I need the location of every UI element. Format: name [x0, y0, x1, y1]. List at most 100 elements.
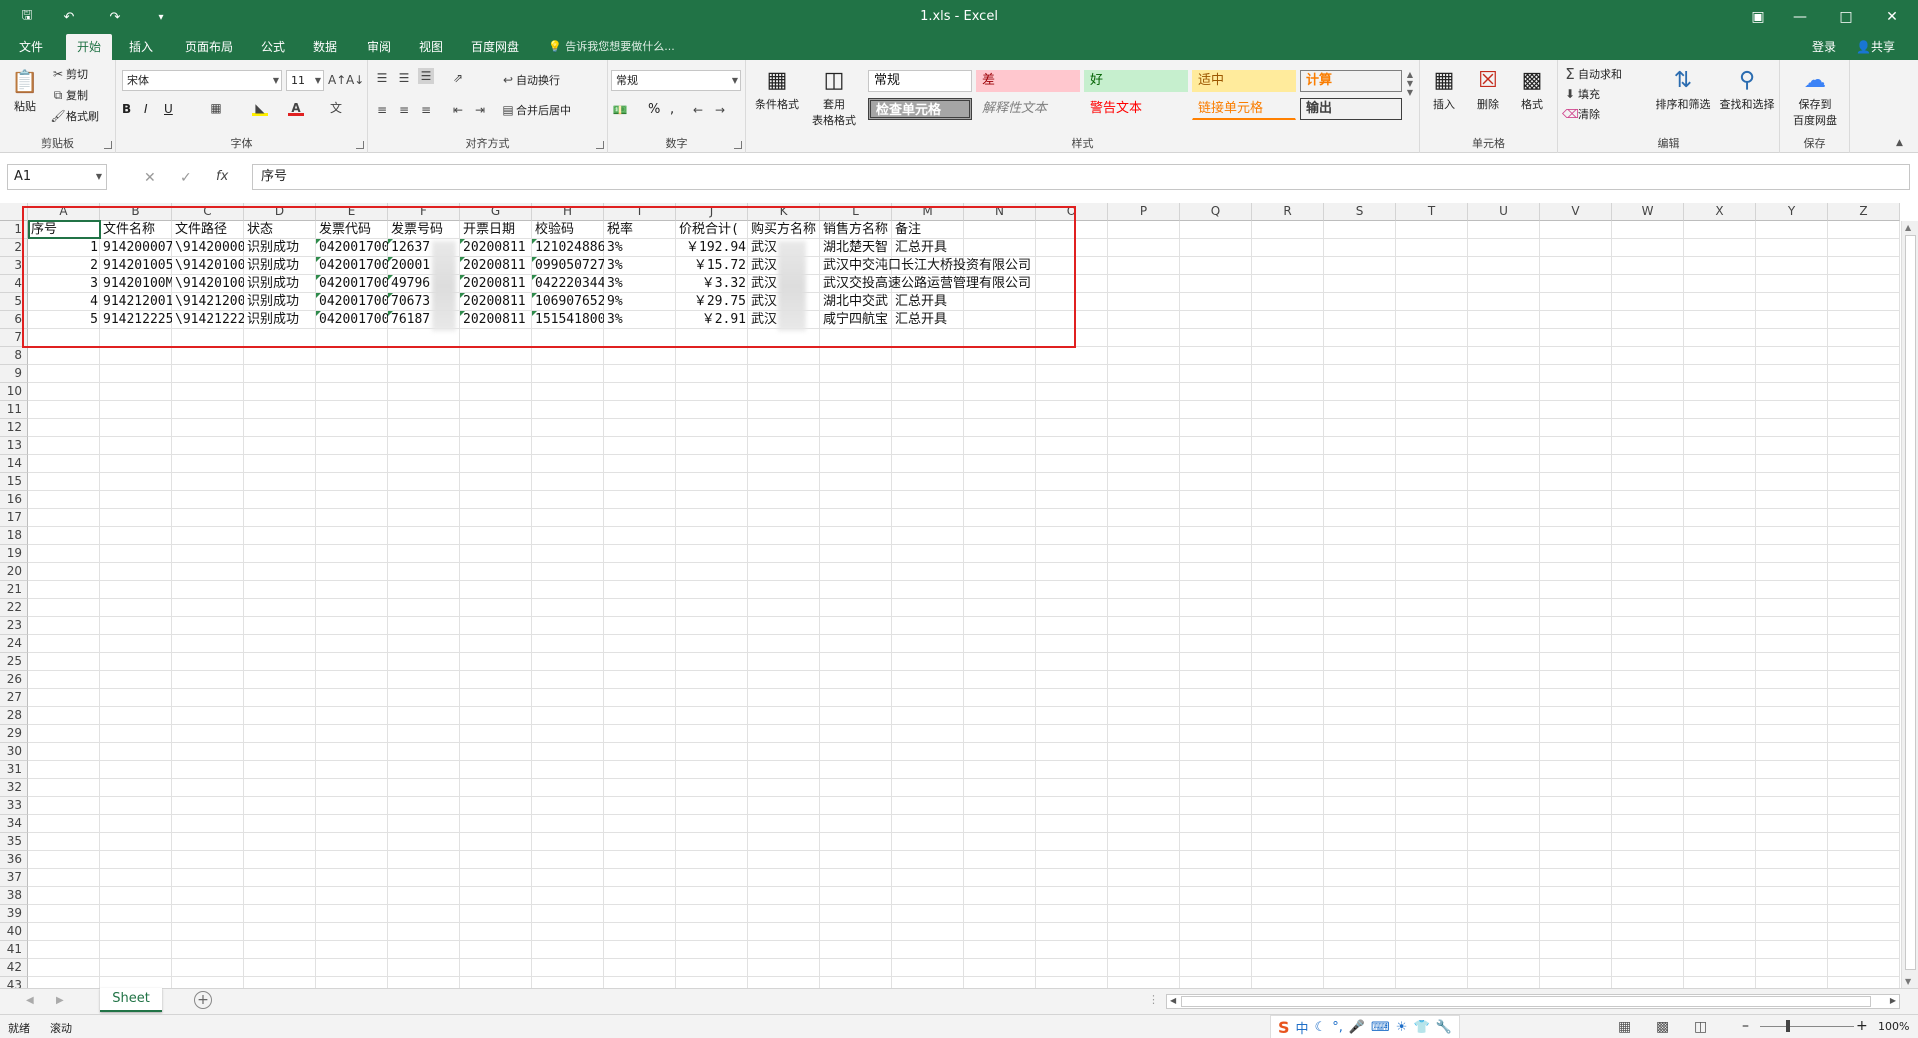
header-cell[interactable]: 状态 [245, 221, 316, 239]
data-cell[interactable]: 3 [29, 275, 100, 293]
normal-view-icon[interactable]: ▦ [1618, 1019, 1631, 1035]
next-sheet-icon[interactable]: ▶ [56, 995, 64, 1006]
row-header[interactable]: 18 [0, 527, 28, 545]
row-header[interactable]: 33 [0, 797, 28, 815]
data-cell[interactable]: 042001700 [317, 239, 388, 257]
data-cell[interactable]: 识别成功 [245, 239, 316, 257]
minimize-icon[interactable]: — [1780, 6, 1820, 28]
data-cell[interactable]: ￥3.32 [677, 275, 748, 293]
page-break-view-icon[interactable]: ◫ [1694, 1019, 1707, 1035]
row-header[interactable]: 11 [0, 401, 28, 419]
font-color-button[interactable]: A [288, 100, 304, 116]
data-cell[interactable]: \914201000 [173, 275, 244, 293]
zoom-slider[interactable] [1760, 1026, 1854, 1027]
data-cell[interactable]: 汇总开具 [893, 311, 964, 329]
header-cell[interactable]: 税率 [605, 221, 676, 239]
row-header[interactable]: 23 [0, 617, 28, 635]
row-header[interactable]: 17 [0, 509, 28, 527]
row-header[interactable]: 35 [0, 833, 28, 851]
dialog-launcher-icon[interactable] [104, 141, 112, 149]
vertical-scrollbar[interactable]: ▲ ▼ [1901, 221, 1918, 988]
zoom-out-icon[interactable]: – [1742, 1018, 1749, 1034]
row-header[interactable]: 36 [0, 851, 28, 869]
header-cell[interactable]: 备注 [893, 221, 964, 239]
tab-baidu[interactable]: 百度网盘 [462, 34, 528, 60]
data-cell[interactable]: 咸宁四航宝 [821, 311, 892, 329]
column-header[interactable]: P [1108, 203, 1180, 221]
increase-decimal-button[interactable]: ← [690, 102, 706, 118]
column-header[interactable]: W [1612, 203, 1684, 221]
row-header[interactable]: 20 [0, 563, 28, 581]
header-cell[interactable]: 发票号码 [389, 221, 460, 239]
prev-sheet-icon[interactable]: ◀ [26, 995, 34, 1006]
row-header[interactable]: 43 [0, 977, 28, 988]
column-header[interactable]: I [604, 203, 676, 221]
add-sheet-icon[interactable]: + [194, 991, 212, 1009]
insert-function-button[interactable]: fx [216, 169, 228, 184]
data-cell[interactable]: 914201005 [101, 257, 172, 275]
row-header[interactable]: 13 [0, 437, 28, 455]
microphone-icon[interactable]: 🎤 [1349, 1020, 1365, 1035]
dialog-launcher-icon[interactable] [356, 141, 364, 149]
tell-me-box[interactable]: 💡 告诉我您想要做什么... [548, 34, 675, 60]
data-cell[interactable]: 099050727 [533, 257, 604, 275]
formula-input[interactable]: 序号 [252, 164, 1910, 190]
row-header[interactable]: 22 [0, 599, 28, 617]
data-cell[interactable]: 3% [605, 275, 676, 293]
data-cell[interactable]: 识别成功 [245, 275, 316, 293]
row-header[interactable]: 37 [0, 869, 28, 887]
column-header[interactable]: Z [1828, 203, 1900, 221]
row-header[interactable]: 34 [0, 815, 28, 833]
align-bottom-button[interactable]: ☰ [418, 68, 434, 84]
data-cell[interactable]: 9% [605, 293, 676, 311]
row-header[interactable]: 27 [0, 689, 28, 707]
data-cell[interactable]: 4 [29, 293, 100, 311]
dialog-launcher-icon[interactable] [596, 141, 604, 149]
underline-button[interactable]: U [164, 102, 173, 116]
wrap-text-button[interactable]: ↩ 自动换行 [500, 72, 560, 88]
row-header[interactable]: 30 [0, 743, 28, 761]
decrease-decimal-button[interactable]: → [712, 102, 728, 118]
ribbon-display-icon[interactable]: ▣ [1738, 6, 1778, 28]
share-button[interactable]: 👤共享 [1856, 34, 1895, 60]
data-cell[interactable]: 914200007 [101, 239, 172, 257]
splitter-icon[interactable]: ⋮ [1148, 993, 1159, 1006]
data-cell[interactable]: 042001700 [317, 257, 388, 275]
data-cell[interactable]: 武汉中交沌口长江大桥投资有限公司 [821, 257, 1037, 275]
row-header[interactable]: 21 [0, 581, 28, 599]
style-check-cell[interactable]: 检查单元格 [868, 98, 972, 120]
chevron-down-icon[interactable]: ▼ [1905, 977, 1911, 986]
column-header[interactable]: R [1252, 203, 1324, 221]
tab-file[interactable]: 文件 [8, 34, 54, 60]
format-painter-button[interactable]: 🖌 格式刷 [50, 108, 99, 124]
zoom-thumb[interactable] [1786, 1020, 1790, 1032]
format-cells-button[interactable]: ▩ 格式 [1512, 66, 1552, 112]
italic-button[interactable]: I [144, 102, 148, 116]
data-cell[interactable]: 106907652 [533, 293, 604, 311]
column-header[interactable]: H [532, 203, 604, 221]
data-cell[interactable]: 914212225 [101, 311, 172, 329]
row-header[interactable]: 24 [0, 635, 28, 653]
align-right-button[interactable]: ≡ [418, 102, 434, 118]
select-all-corner[interactable] [0, 203, 28, 221]
data-cell[interactable]: 042001700 [317, 311, 388, 329]
clear-button[interactable]: ⌫ 清除 [1562, 106, 1600, 122]
column-header[interactable]: Q [1180, 203, 1252, 221]
data-cell[interactable]: 042220344 [533, 275, 604, 293]
row-header[interactable]: 39 [0, 905, 28, 923]
header-cell[interactable]: 校验码 [533, 221, 604, 239]
tab-view[interactable]: 视图 [408, 34, 454, 60]
phonetic-button[interactable]: 文 [328, 100, 344, 116]
insert-cells-button[interactable]: ▦ 插入 [1424, 66, 1464, 112]
data-cell[interactable]: ￥29.75 [677, 293, 748, 311]
chevron-up-icon[interactable]: ▲ [1905, 223, 1911, 232]
fill-color-button[interactable]: ◣ [252, 100, 268, 116]
font-size-select[interactable]: 11 ▼ [286, 70, 324, 91]
bold-button[interactable]: B [122, 102, 131, 116]
data-cell[interactable]: 20200811 [461, 257, 532, 275]
data-cell[interactable]: 汇总开具 [893, 293, 964, 311]
tab-data[interactable]: 数据 [302, 34, 348, 60]
data-cell[interactable]: \914212225 [173, 311, 244, 329]
column-header[interactable]: J [676, 203, 748, 221]
fill-button[interactable]: ⬇ 填充 [1562, 86, 1600, 102]
